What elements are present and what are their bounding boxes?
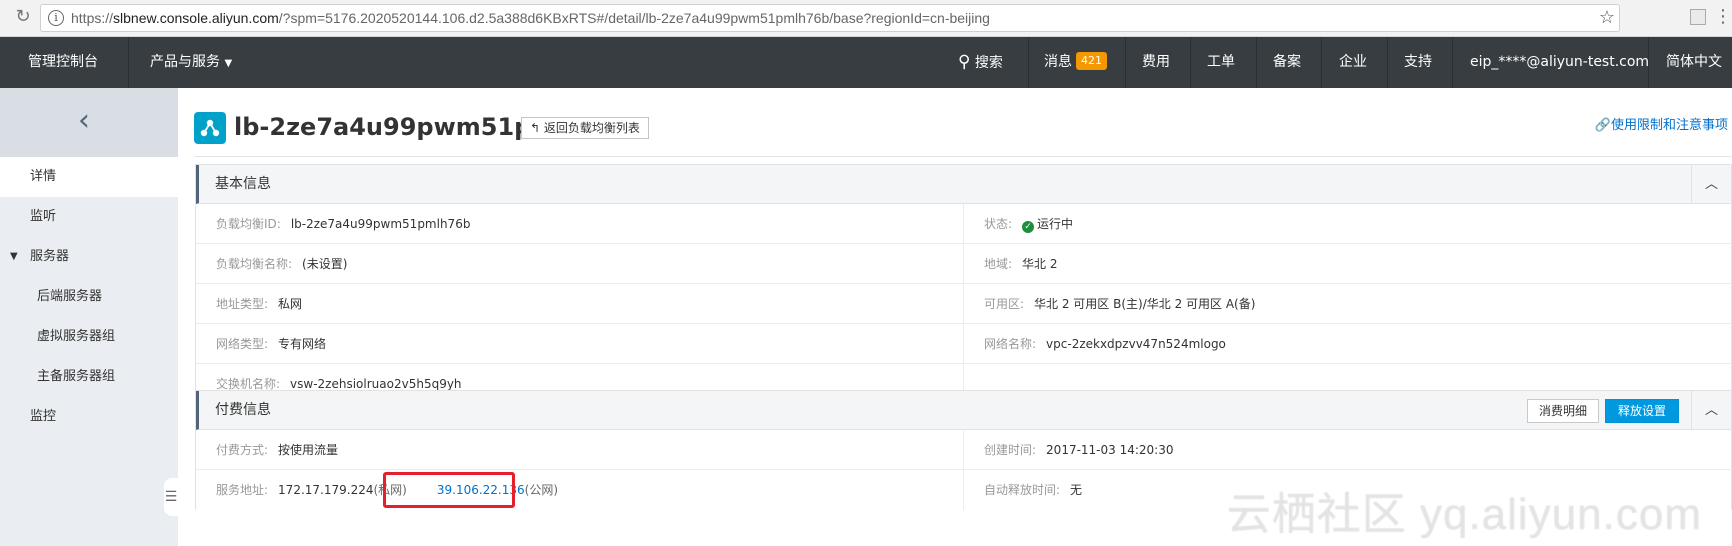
sidebar: ‹ 详情 监听 ▼ 服务器 后端服务器 虚拟服务器组 主备服务器组 监控 ☰ — [0, 88, 178, 546]
status-row: 状态: ✓ 运行中 — [964, 204, 1732, 244]
sidebar-item-vserver-groups[interactable]: 虚拟服务器组 — [0, 317, 178, 357]
basic-info-panel: 基本信息 ︿ 负载均衡ID: lb-2ze7a4u99pwm51pmlh76b 状… — [195, 164, 1732, 405]
nav-divider — [1387, 37, 1388, 88]
nav-divider — [1321, 37, 1322, 88]
nav-divider — [1256, 37, 1257, 88]
network-type-value: 专有网络 — [278, 337, 327, 351]
menu-collapse-icon: ☰ — [164, 489, 178, 505]
basic-info-header: 基本信息 ︿ — [196, 165, 1731, 204]
basic-info-grid: 负载均衡ID: lb-2ze7a4u99pwm51pmlh76b 状态: ✓ 运行中 … — [196, 204, 1732, 404]
billing-details-button[interactable]: 消费明细 — [1526, 399, 1599, 423]
pay-method-row: 付费方式: 按使用流量 — [196, 430, 964, 470]
lb-name-value: (未设置) — [302, 257, 348, 271]
console-home-link[interactable]: 管理控制台 — [28, 37, 98, 88]
browser-menu-icon[interactable]: ⋮ — [1714, 6, 1732, 27]
check-circle-icon: ✓ — [1022, 221, 1035, 233]
auto-release-value: 无 — [1070, 483, 1083, 497]
usage-notes-link[interactable]: 🔗使用限制和注意事项 — [1595, 114, 1728, 133]
billing-info-header: 付费信息 消费明细 释放设置 ︿ — [196, 391, 1731, 430]
load-balancer-icon — [194, 112, 226, 144]
lb-name-row: 负载均衡名称: (未设置) — [196, 244, 964, 284]
service-address-row: 服务地址: 172.17.179.224(私网) 39.106.22.136(公网) — [196, 470, 964, 510]
info-icon[interactable]: i — [48, 10, 64, 26]
back-to-list-button[interactable]: ↰ 返回负载均衡列表 — [521, 117, 649, 139]
sidebar-item-master-slave-groups[interactable]: 主备服务器组 — [0, 357, 178, 397]
page-title: lb-2ze7a4u99pwm51p... — [234, 113, 559, 141]
caret-down-icon: ▼ — [10, 251, 18, 262]
vswitch-value: vsw-2zehsiolruao2v5h5q9yh — [290, 377, 462, 391]
enterprise-link[interactable]: 企业 — [1339, 37, 1367, 88]
nav-divider — [1125, 37, 1126, 88]
collapse-chevron-icon[interactable]: ︿ — [1691, 165, 1731, 204]
tickets-link[interactable]: 工单 — [1207, 37, 1235, 88]
network-type-row: 网络类型: 专有网络 — [196, 324, 964, 364]
panel-title: 基本信息 — [215, 176, 271, 192]
lb-id-value: lb-2ze7a4u99pwm51pmlh76b — [290, 217, 471, 231]
status-badge: ✓ 运行中 — [1022, 217, 1073, 233]
collapse-chevron-icon[interactable]: ︿ — [1691, 391, 1731, 430]
message-count-badge: 421 — [1076, 52, 1107, 70]
address-type-value: 私网 — [278, 297, 303, 311]
region-value: 华北 2 — [1022, 257, 1058, 271]
sidebar-item-backend-servers[interactable]: 后端服务器 — [0, 277, 178, 317]
sidebar-collapse-handle[interactable]: ☰ — [164, 478, 178, 516]
caret-down-icon: ▼ — [224, 58, 233, 69]
watermark: 云栖社区 yq.aliyun.com — [1226, 490, 1702, 539]
nav-divider — [1452, 37, 1453, 88]
chevron-left-icon: ‹ — [78, 103, 90, 138]
reload-icon[interactable]: ↻ — [12, 6, 34, 28]
region-row: 地域: 华北 2 — [964, 244, 1732, 284]
products-menu[interactable]: 产品与服务 ▼ — [150, 37, 232, 88]
top-navigation: 管理控制台 产品与服务 ▼ ⚲ 搜索 消息 421 费用 工单 备案 企业 支持 … — [0, 37, 1732, 88]
nav-divider — [128, 37, 129, 88]
support-link[interactable]: 支持 — [1404, 37, 1432, 88]
release-settings-button[interactable]: 释放设置 — [1604, 399, 1679, 423]
sidebar-item-details[interactable]: 详情 — [0, 157, 178, 197]
sidebar-item-servers[interactable]: ▼ 服务器 — [0, 237, 178, 277]
sidebar-back-button[interactable]: ‹ — [0, 88, 178, 158]
browser-toolbar: ↻ i https://slbnew.console.aliyun.com/?s… — [0, 0, 1732, 37]
billing-link[interactable]: 费用 — [1142, 37, 1170, 88]
nav-divider — [1190, 37, 1191, 88]
extension-icon[interactable] — [1690, 9, 1706, 25]
nav-divider — [1648, 37, 1649, 88]
address-type-row: 地址类型: 私网 — [196, 284, 964, 324]
nav-divider — [1028, 37, 1029, 88]
return-arrow-icon: ↰ — [530, 121, 541, 135]
pay-method-value: 按使用流量 — [278, 443, 339, 457]
account-menu[interactable]: eip_****@aliyun-test.com — [1470, 37, 1649, 88]
search-icon: ⚲ — [958, 52, 971, 72]
created-time-value: 2017-11-03 14:20:30 — [1046, 443, 1174, 457]
link-icon: 🔗 — [1594, 118, 1611, 133]
network-name-value: vpc-2zekxdpzvv47n524mlogo — [1046, 337, 1226, 351]
sidebar-item-monitoring[interactable]: 监控 — [0, 397, 178, 437]
address-bar[interactable]: i https://slbnew.console.aliyun.com/?spm… — [40, 4, 1620, 32]
zone-row: 可用区: 华北 2 可用区 B(主)/华北 2 可用区 A(备) — [964, 284, 1732, 324]
search-button[interactable]: ⚲ 搜索 — [958, 37, 1003, 88]
network-name-row: 网络名称: vpc-2zekxdpzvv47n524mlogo — [964, 324, 1732, 364]
panel-title: 付费信息 — [215, 402, 271, 418]
icp-link[interactable]: 备案 — [1273, 37, 1301, 88]
created-time-row: 创建时间: 2017-11-03 14:20:30 — [964, 430, 1732, 470]
lb-id-row: 负载均衡ID: lb-2ze7a4u99pwm51pmlh76b — [196, 204, 964, 244]
messages-button[interactable]: 消息 421 — [1044, 37, 1107, 88]
zone-value: 华北 2 可用区 B(主)/华北 2 可用区 A(备) — [1034, 297, 1256, 311]
divider — [194, 156, 1732, 157]
language-switch[interactable]: 简体中文 — [1666, 37, 1722, 88]
bookmark-star-icon[interactable]: ☆ — [1599, 7, 1615, 28]
url-text: https://slbnew.console.aliyun.com/?spm=5… — [71, 10, 990, 26]
sidebar-item-listeners[interactable]: 监听 — [0, 197, 178, 237]
highlight-annotation-box — [383, 472, 515, 508]
